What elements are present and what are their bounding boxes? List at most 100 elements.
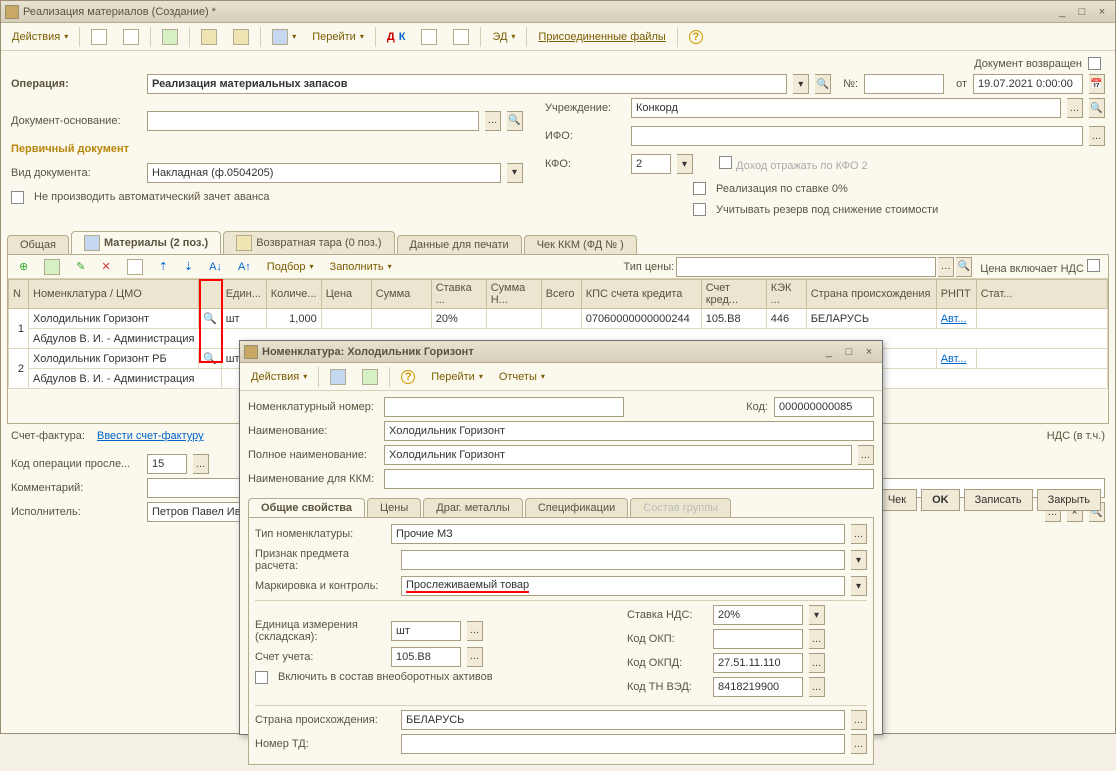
accstore-field[interactable]: 105.В8 <box>391 647 461 667</box>
doctype-dd[interactable]: ▾ <box>507 163 523 183</box>
actions-menu[interactable]: Действия▾ <box>5 26 75 48</box>
add-row-icon[interactable]: ⊕ <box>12 256 35 278</box>
sub-actions-menu[interactable]: Действия▾ <box>244 366 314 388</box>
rate0-checkbox[interactable] <box>693 182 706 195</box>
col-kek[interactable]: КЭК ... <box>766 280 806 309</box>
tool-5[interactable] <box>446 26 476 48</box>
col-sumn[interactable]: Сумма Н... <box>486 280 541 309</box>
okp-field[interactable] <box>713 629 803 649</box>
opcode-more[interactable]: … <box>193 454 209 474</box>
tab-kkm[interactable]: Чек ККМ (ФД № ) <box>524 235 637 254</box>
col-kps[interactable]: КПС счета кредита <box>581 280 701 309</box>
tool-doc1[interactable] <box>194 26 224 48</box>
kkmname-field[interactable] <box>384 469 874 489</box>
pricetype-field[interactable] <box>676 257 936 277</box>
operation-pick[interactable]: 🔍 <box>815 74 831 94</box>
fullname-more[interactable]: … <box>858 445 874 465</box>
sub-go-menu[interactable]: Перейти▾ <box>424 366 490 388</box>
subtab-prices[interactable]: Цены <box>367 498 421 517</box>
institution-search[interactable]: 🔍 <box>1089 98 1105 118</box>
close-button[interactable]: Закрыть <box>1037 489 1101 511</box>
tool-refresh[interactable] <box>155 26 185 48</box>
pricetype-more[interactable]: … <box>938 257 954 277</box>
country-more[interactable]: … <box>851 710 867 730</box>
operation-field[interactable]: Реализация материальных запасов <box>147 74 787 94</box>
noncurrent-checkbox[interactable] <box>255 671 268 684</box>
type-field[interactable]: Прочие МЗ <box>391 524 845 544</box>
tool-dtkt[interactable]: ДК <box>380 26 413 48</box>
mark-field[interactable]: Прослеживаемый товар <box>401 576 845 596</box>
subtab-props[interactable]: Общие свойства <box>248 498 365 517</box>
noauto-checkbox[interactable] <box>11 191 24 204</box>
tnved-field[interactable]: 8418219900 <box>713 677 803 697</box>
col-total[interactable]: Всего <box>541 280 581 309</box>
operation-dd[interactable]: ▾ <box>793 74 809 94</box>
tool-doc2[interactable] <box>226 26 256 48</box>
sort-desc-icon[interactable]: A↑ <box>231 256 258 278</box>
col-qty[interactable]: Количе... <box>266 280 321 309</box>
country-field[interactable]: БЕЛАРУСЬ <box>401 710 845 730</box>
nomnum-field[interactable] <box>384 397 624 417</box>
edit-row-icon[interactable]: ✎ <box>69 256 92 278</box>
sub-minimize-icon[interactable]: _ <box>820 345 838 359</box>
docbasis-more[interactable]: … <box>485 111 501 131</box>
code-field[interactable]: 000000000085 <box>774 397 874 417</box>
tool-4[interactable] <box>414 26 444 48</box>
unitstore-more[interactable]: … <box>467 621 483 641</box>
col-price[interactable]: Цена <box>321 280 371 309</box>
tool-menu1[interactable]: ▾ <box>265 26 303 48</box>
sub-help-icon[interactable]: ? <box>394 366 422 388</box>
minimize-icon[interactable]: _ <box>1053 5 1071 19</box>
attached-files[interactable]: Присоединенные файлы <box>531 26 672 48</box>
sub-close-icon[interactable]: × <box>860 345 878 359</box>
ifo-field[interactable] <box>631 126 1083 146</box>
num-field[interactable] <box>864 74 944 94</box>
tab-general[interactable]: Общая <box>7 235 69 254</box>
calc-field[interactable] <box>401 550 845 570</box>
enter-invoice-link[interactable]: Ввести счет-фактуру <box>97 430 204 442</box>
subtab-metals[interactable]: Драг. металлы <box>423 498 523 517</box>
close-icon[interactable]: × <box>1093 5 1111 19</box>
sub-maximize-icon[interactable]: □ <box>840 345 858 359</box>
select-menu[interactable]: Подбор▾ <box>260 256 321 278</box>
col-country[interactable]: Страна происхождения <box>806 280 936 309</box>
tab-materials[interactable]: Материалы (2 поз.) <box>71 231 221 254</box>
doctype-field[interactable]: Накладная (ф.0504205) <box>147 163 501 183</box>
col-nom[interactable]: Номенклатура / ЦМО <box>29 280 199 309</box>
col-unit[interactable]: Един... <box>221 280 266 309</box>
tab-tara[interactable]: Возвратная тара (0 поз.) <box>223 231 394 254</box>
mark-dd[interactable]: ▾ <box>851 576 867 596</box>
sub-tool-1[interactable] <box>323 366 353 388</box>
fill-menu[interactable]: Заполнить▾ <box>323 256 399 278</box>
subtab-specs[interactable]: Спецификации <box>525 498 628 517</box>
date-picker-icon[interactable]: 📅 <box>1089 74 1105 94</box>
kfo-field[interactable]: 2 <box>631 154 671 174</box>
date-field[interactable]: 19.07.2021 0:00:00 <box>973 74 1083 94</box>
institution-field[interactable]: Конкорд <box>631 98 1061 118</box>
calc-dd[interactable]: ▾ <box>851 550 867 570</box>
td-field[interactable] <box>401 734 845 754</box>
doc-returned-checkbox[interactable] <box>1088 57 1101 70</box>
maximize-icon[interactable]: □ <box>1073 5 1091 19</box>
name-field[interactable]: Холодильник Горизонт <box>384 421 874 441</box>
okp-more[interactable]: … <box>809 629 825 649</box>
col-acc[interactable]: Счет кред... <box>701 280 766 309</box>
save-button[interactable]: Записать <box>964 489 1033 511</box>
docbasis-search[interactable]: 🔍 <box>507 111 523 131</box>
ok-button[interactable]: OK <box>921 489 960 511</box>
tab-print[interactable]: Данные для печати <box>397 235 522 254</box>
sub-reports-menu[interactable]: Отчеты▾ <box>492 366 552 388</box>
reserve-checkbox[interactable] <box>693 203 706 216</box>
fullname-field[interactable]: Холодильник Горизонт <box>384 445 852 465</box>
institution-more[interactable]: … <box>1067 98 1083 118</box>
copy-row-icon[interactable] <box>37 256 67 278</box>
col-rnpt[interactable]: РНПТ <box>936 280 976 309</box>
ifo-more[interactable]: … <box>1089 126 1105 146</box>
pricetype-search[interactable]: 🔍 <box>956 257 972 277</box>
unitstore-field[interactable]: шт <box>391 621 461 641</box>
rnpt-link[interactable]: Авт... <box>941 353 967 365</box>
tool-1[interactable] <box>84 26 114 48</box>
kfo-dd[interactable]: ▾ <box>677 154 693 174</box>
vatrate-field[interactable]: 20% <box>713 605 803 625</box>
subtab-group[interactable]: Состав группы <box>630 498 731 517</box>
